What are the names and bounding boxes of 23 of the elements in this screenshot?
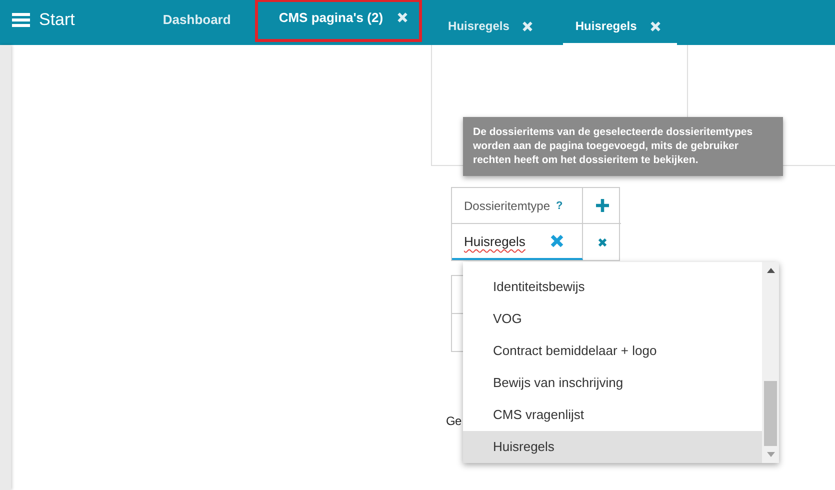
dropdown-option[interactable]: Identiteitsbewijs — [463, 271, 762, 303]
type-input[interactable]: Huisregels — [452, 224, 583, 260]
menu-icon — [12, 13, 30, 27]
close-icon — [522, 20, 534, 32]
clear-icon[interactable] — [550, 234, 564, 248]
dropdown-option[interactable]: Contract bemiddelaar + logo — [463, 335, 762, 367]
help-icon[interactable]: ? — [556, 200, 563, 212]
scroll-down-icon[interactable] — [766, 452, 774, 457]
dropdown-option[interactable]: VOG — [463, 303, 762, 335]
tooltip: De dossieritems van de geselecteerde dossieritemtypes worden aan de pagina toegevoegd, mits de gebruiker rechten heeft om het dossieritem te bekijken. — [463, 117, 783, 176]
dropdown-option[interactable]: CMS vragenlijst — [463, 399, 762, 431]
scrollbar[interactable] — [762, 262, 779, 463]
column-header: Dossieritemtype — [464, 198, 550, 212]
close-icon — [650, 20, 661, 32]
tab[interactable]: Huisregels — [563, 15, 677, 45]
tab[interactable]: CMS pagina's (2) — [254, 0, 422, 42]
dropdown-option[interactable]: Huisregels — [463, 431, 762, 463]
dropdown-option[interactable]: Bewijs van inschrijving — [463, 367, 762, 399]
field-label: Ge — [446, 414, 462, 428]
start-button[interactable]: Start — [0, 0, 89, 42]
delete-icon[interactable] — [598, 238, 606, 246]
add-icon[interactable] — [596, 199, 608, 212]
scroll-up-icon[interactable] — [766, 268, 774, 273]
